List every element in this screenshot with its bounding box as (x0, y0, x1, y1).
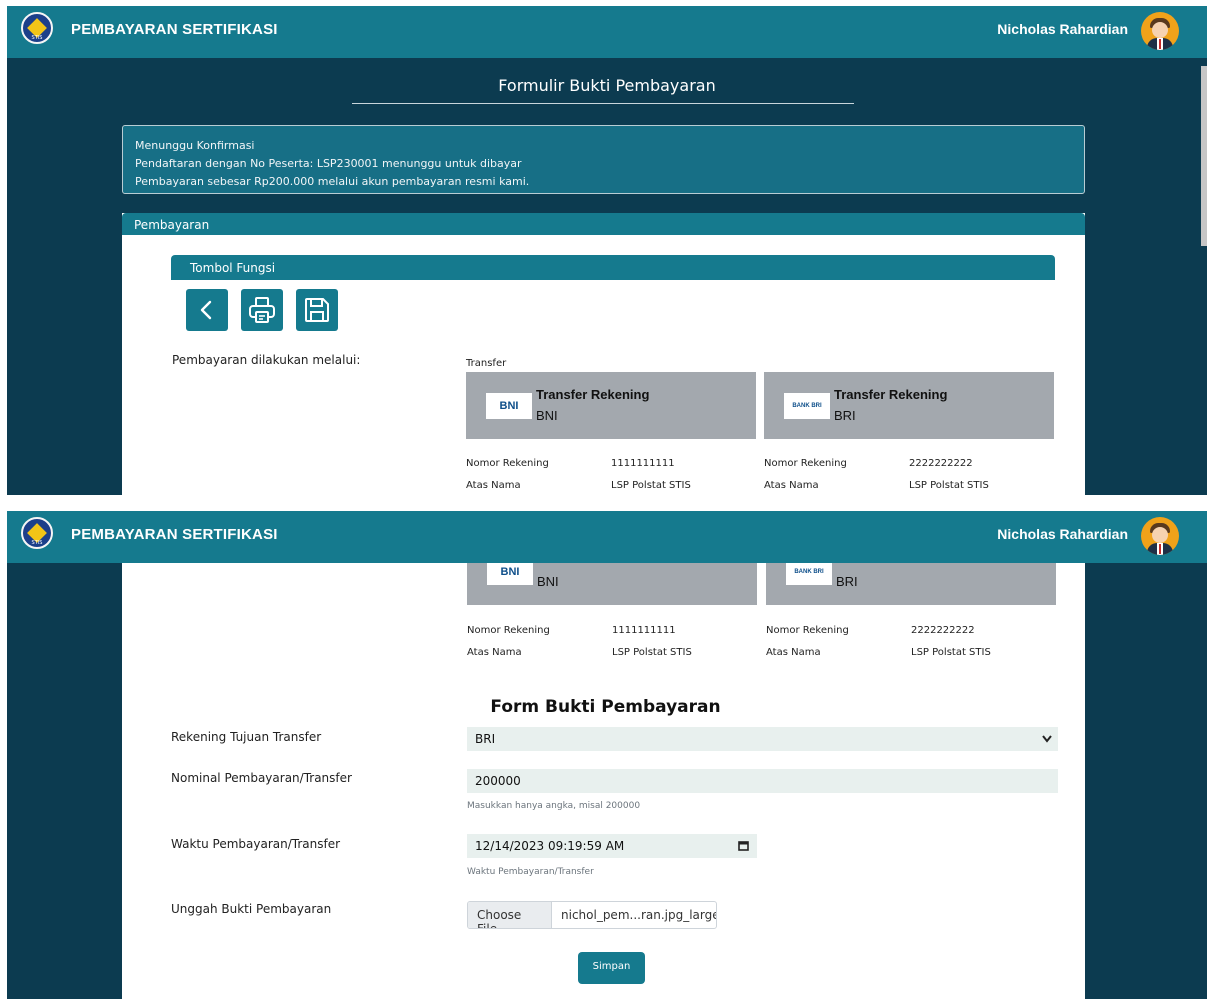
floppy-disk-icon (305, 298, 329, 322)
bri-holder-label: Atas Nama (766, 647, 821, 658)
user-name[interactable]: Nicholas Rahardian (997, 526, 1128, 542)
scrollbar-thumb[interactable] (1201, 66, 1207, 246)
submit-button[interactable]: Simpan (578, 952, 645, 984)
payment-alert: Menunggu Konfirmasi Pendaftaran dengan N… (122, 125, 1085, 194)
top-navbar: STIS PEMBAYARAN SERTIFIKASI Nicholas Rah… (7, 511, 1207, 563)
top-navbar: STIS PEMBAYARAN SERTIFIKASI Nicholas Rah… (7, 6, 1207, 58)
bni-holder-label: Atas Nama (467, 647, 522, 658)
bri-account-label: Nomor Rekening (766, 625, 849, 636)
user-avatar[interactable] (1141, 12, 1179, 50)
bni-holder-label: Atas Nama (466, 480, 521, 491)
payment-card: Pembayaran Tombol Fungsi Pembayaran dila… (122, 213, 1085, 495)
upload-filename: nichol_pem...ran.jpg_large (561, 908, 717, 922)
bni-account-number: 1111111111 (612, 625, 676, 636)
app-title[interactable]: PEMBAYARAN SERTIFIKASI (71, 526, 278, 543)
alert-line-amount: Pembayaran sebesar Rp200.000 melalui aku… (135, 175, 530, 188)
bri-holder: LSP Polstat STIS (909, 480, 989, 491)
logo-text: STIS (31, 540, 43, 546)
app-title[interactable]: PEMBAYARAN SERTIFIKASI (71, 21, 278, 38)
printer-icon (249, 297, 275, 323)
waktu-value: 12/14/2023 09:19:59 AM (475, 839, 625, 853)
payment-card-header: Pembayaran (122, 213, 1085, 235)
screenshot-bottom: STIS PEMBAYARAN SERTIFIKASI Nicholas Rah… (7, 511, 1207, 999)
title-underline (352, 103, 854, 104)
function-buttons-header: Tombol Fungsi (171, 255, 1055, 280)
bni-holder: LSP Polstat STIS (612, 647, 692, 658)
user-avatar[interactable] (1141, 517, 1179, 555)
rekening-select[interactable]: BRI (467, 727, 1058, 751)
screenshot-top: STIS PEMBAYARAN SERTIFIKASI Nicholas Rah… (7, 6, 1207, 495)
rekening-selected-value: BRI (475, 732, 496, 746)
bni-account-label: Nomor Rekening (467, 625, 550, 636)
nominal-help: Masukkan hanya angka, misal 200000 (467, 801, 641, 811)
rekening-label: Rekening Tujuan Transfer (171, 730, 322, 744)
bni-holder: LSP Polstat STIS (611, 480, 691, 491)
user-name[interactable]: Nicholas Rahardian (997, 21, 1128, 37)
payment-card: BNI BNI BANK BRI BRI Nomor Rekening 1111… (122, 511, 1085, 999)
waktu-datetime-input[interactable]: 12/14/2023 09:19:59 AM (467, 834, 757, 858)
upload-label: Unggah Bukti Pembayaran (171, 902, 332, 916)
chevron-left-icon (200, 300, 212, 320)
bri-holder: LSP Polstat STIS (911, 647, 991, 658)
waktu-label: Waktu Pembayaran/Transfer (171, 837, 341, 851)
save-icon-button[interactable] (296, 289, 338, 331)
bank-name-bni: BNI (536, 408, 558, 423)
form-title: Form Bukti Pembayaran (490, 697, 721, 717)
bank-name-bri: BRI (836, 574, 858, 589)
payment-method-label: Pembayaran dilakukan melalui: (172, 353, 361, 367)
upload-file-input[interactable]: Choose File nichol_pem...ran.jpg_large (467, 901, 717, 929)
stis-logo[interactable]: STIS (21, 12, 53, 44)
nominal-label: Nominal Pembayaran/Transfer (171, 771, 352, 785)
bni-account-number: 1111111111 (611, 458, 675, 469)
print-button[interactable] (241, 289, 283, 331)
choose-file-button[interactable]: Choose File (468, 902, 552, 928)
waktu-help: Waktu Pembayaran/Transfer (467, 867, 594, 877)
bri-account-label: Nomor Rekening (764, 458, 847, 469)
alert-line-registration: Pendaftaran dengan No Peserta: LSP230001… (135, 157, 522, 170)
stis-logo[interactable]: STIS (21, 517, 53, 549)
bni-account-label: Nomor Rekening (466, 458, 549, 469)
back-button[interactable] (186, 289, 228, 331)
alert-line-status: Menunggu Konfirmasi (135, 139, 255, 152)
bri-logo: BANK BRI (784, 393, 830, 419)
transfer-label: Transfer (466, 358, 507, 369)
bank-name-bni: BNI (537, 574, 559, 589)
bri-account-number: 2222222222 (909, 458, 973, 469)
page-title: Formulir Bukti Pembayaran (498, 76, 716, 95)
bank-title-bni: Transfer Rekening (536, 387, 650, 402)
calendar-icon[interactable] (738, 840, 749, 851)
nominal-input[interactable]: 200000 (467, 769, 1058, 793)
bri-account-number: 2222222222 (911, 625, 975, 636)
bank-title-bri: Transfer Rekening (834, 387, 948, 402)
bri-holder-label: Atas Nama (764, 480, 819, 491)
bank-name-bri: BRI (834, 408, 856, 423)
bni-logo: BNI (486, 393, 532, 419)
bank-card-bni: BNI Transfer Rekening BNI (466, 372, 756, 439)
chevron-down-icon (1042, 735, 1052, 743)
logo-text: STIS (31, 35, 43, 41)
bank-card-bri: BANK BRI Transfer Rekening BRI (764, 372, 1054, 439)
